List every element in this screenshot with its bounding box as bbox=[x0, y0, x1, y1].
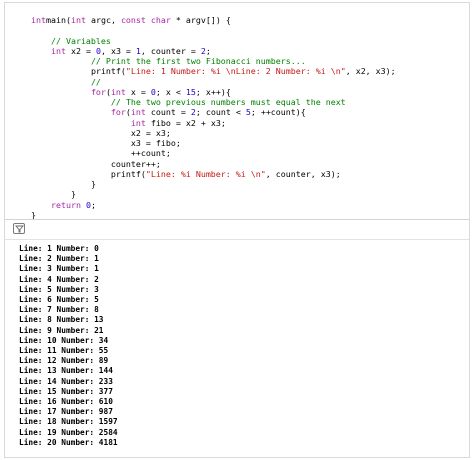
console-line: Line: 4 Number: 2 bbox=[19, 274, 99, 284]
console-line: Line: 1 Number: 0 bbox=[19, 244, 99, 253]
xcode-window: intmain(int argc, const char * argv[]) {… bbox=[4, 2, 470, 458]
code-line: counter++; bbox=[110, 158, 161, 169]
code-line: int fibo = x2 + x3; bbox=[130, 117, 226, 128]
console-line: Line: 8 Number: 13 bbox=[19, 315, 104, 325]
console-line: Line: 16 Number: 610 bbox=[19, 397, 113, 406]
console-line: Line: 11 Number: 55 bbox=[19, 346, 109, 355]
filter-icon[interactable] bbox=[13, 223, 25, 234]
console-line: Line: 17 Number: 987 bbox=[19, 407, 113, 417]
code-line: for(int x = 0; x < 15; x++){ bbox=[90, 86, 231, 97]
code-line: // The two previous numbers must equal t… bbox=[110, 97, 346, 107]
code-line: return 0; bbox=[50, 199, 96, 210]
console-line: Line: 5 Number: 3 bbox=[19, 284, 99, 294]
code-line: printf("Line: %i Number: %i \n", counter… bbox=[110, 168, 341, 179]
console-line: Line: 6 Number: 5 bbox=[19, 295, 99, 304]
code-line: for(int count = 2; count < 5; ++count){ bbox=[110, 107, 306, 118]
debug-toolbar bbox=[5, 220, 469, 240]
code-editor[interactable]: intmain(int argc, const char * argv[]) {… bbox=[5, 3, 469, 219]
console-line: Line: 13 Number: 144 bbox=[19, 366, 113, 376]
code-line: intmain(int argc, const char * argv[]) { bbox=[30, 15, 231, 25]
code-line: printf("Line: 1 Number: %i \nLine: 2 Num… bbox=[90, 66, 396, 77]
console-line: Line: 9 Number: 21 bbox=[19, 325, 104, 335]
console-line: Line: 14 Number: 233 bbox=[19, 376, 113, 386]
code-line: // bbox=[90, 76, 101, 87]
console-line: Line: 15 Number: 377 bbox=[19, 386, 113, 396]
console-line: Line: 3 Number: 1 bbox=[19, 264, 99, 274]
code-line: } bbox=[30, 209, 36, 219]
console-line: Line: 19 Number: 2584 bbox=[19, 427, 118, 437]
code-line: } bbox=[90, 179, 96, 189]
console-line: Line: 10 Number: 34 bbox=[19, 335, 109, 345]
console-line: Line: 7 Number: 8 bbox=[19, 305, 99, 315]
console-line: Line: 20 Number: 4181 bbox=[19, 437, 118, 447]
code-line: ++count; bbox=[130, 148, 171, 159]
code-line: } bbox=[70, 189, 76, 200]
console-line: Line: 12 Number: 89 bbox=[19, 356, 109, 366]
code-line: x2 = x3; bbox=[130, 127, 171, 138]
console-line: Line: 2 Number: 1 bbox=[19, 254, 99, 264]
code-line: x3 = fibo; bbox=[130, 138, 181, 148]
code-line: // Print the first two Fibonacci numbers… bbox=[90, 56, 306, 66]
console-line: Line: 18 Number: 1597 bbox=[19, 417, 118, 427]
console-output[interactable]: Line: 1 Number: 0 Line: 2 Number: 1 Line: … bbox=[5, 241, 469, 457]
code-line: // Variables bbox=[50, 35, 111, 46]
code-line: int x2 = 0, x3 = 1, counter = 2; bbox=[50, 45, 211, 56]
